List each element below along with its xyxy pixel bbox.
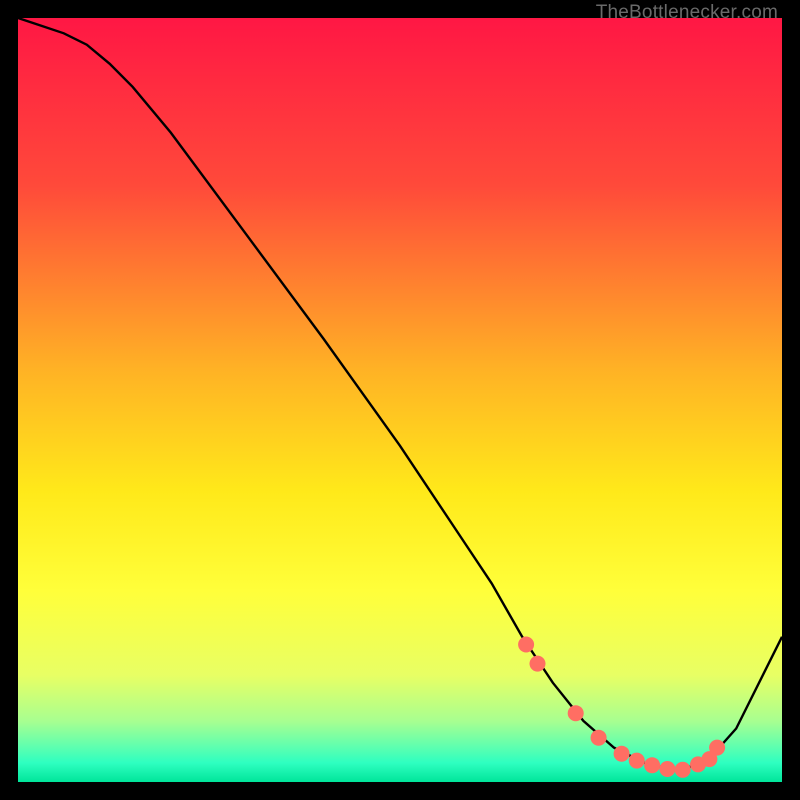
marker-dot xyxy=(518,637,534,653)
watermark-text: TheBottlenecker.com xyxy=(596,2,778,24)
chart-svg xyxy=(18,18,782,782)
marker-dot xyxy=(530,656,546,672)
marker-dot xyxy=(659,761,675,777)
marker-dot xyxy=(675,762,691,778)
marker-dot xyxy=(614,746,630,762)
gradient-bg xyxy=(18,18,782,782)
marker-dot xyxy=(568,705,584,721)
marker-dot xyxy=(709,740,725,756)
marker-dot xyxy=(644,757,660,773)
marker-dot xyxy=(591,730,607,746)
chart-frame xyxy=(18,18,782,782)
marker-dot xyxy=(629,753,645,769)
